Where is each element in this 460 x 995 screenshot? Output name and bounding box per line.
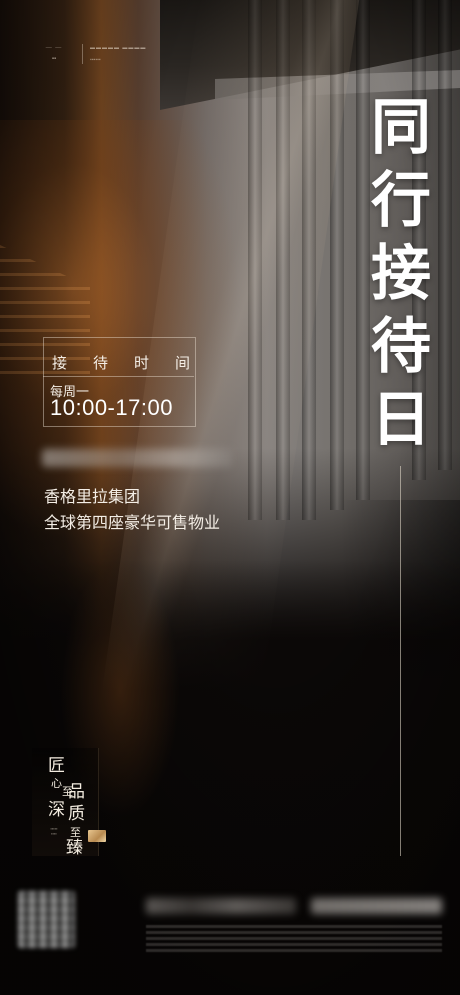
brand-logo-caption: ▪▪: [51, 56, 57, 62]
logo-divider: [82, 44, 83, 64]
seal-small-print: ▪▪▪▪▪ ▪▪▪▪: [50, 826, 58, 836]
seal-char: 质: [68, 804, 85, 823]
gold-chip-decoration: [88, 830, 106, 842]
slogan-line-2: 全球第四座豪华可售物业: [44, 515, 221, 532]
brand-logo: — — ▪▪: [34, 44, 74, 62]
slogan-line-1: 香格里拉集团: [44, 489, 141, 506]
group-logo-line: ▪▪▪▪▪▪: [90, 57, 101, 63]
reception-label: 接待时间: [52, 355, 217, 372]
blurred-address: [146, 898, 296, 914]
seal-char: 深: [48, 800, 65, 819]
poster: — — ▪▪ ▬▬▬▬▬ ▬▬▬▬ ▪▪▪▪▪▪ 同行接待日 接待时间 每周一 …: [0, 0, 460, 995]
group-logo: ▬▬▬▬▬ ▬▬▬▬ ▪▪▪▪▪▪: [90, 45, 170, 63]
fine-print-disclaimer: [146, 925, 442, 955]
group-logo-line: ▬▬▬▬▬ ▬▬▬▬: [90, 45, 147, 51]
title-divider-line: [400, 466, 401, 856]
seal-char: 臻: [66, 838, 83, 857]
reception-divider: [43, 376, 194, 377]
blurred-contact-line: [42, 449, 232, 467]
brand-logo-crest: — —: [45, 45, 63, 51]
qr-code[interactable]: [18, 891, 75, 948]
page-title: 同行接待日: [371, 93, 431, 455]
seal-char: 匠: [48, 756, 65, 775]
blurred-hotline: [311, 898, 442, 914]
seal-char: 心: [51, 778, 62, 790]
seal-char: 品: [68, 782, 85, 801]
reception-time: 10:00-17:00: [50, 395, 173, 420]
